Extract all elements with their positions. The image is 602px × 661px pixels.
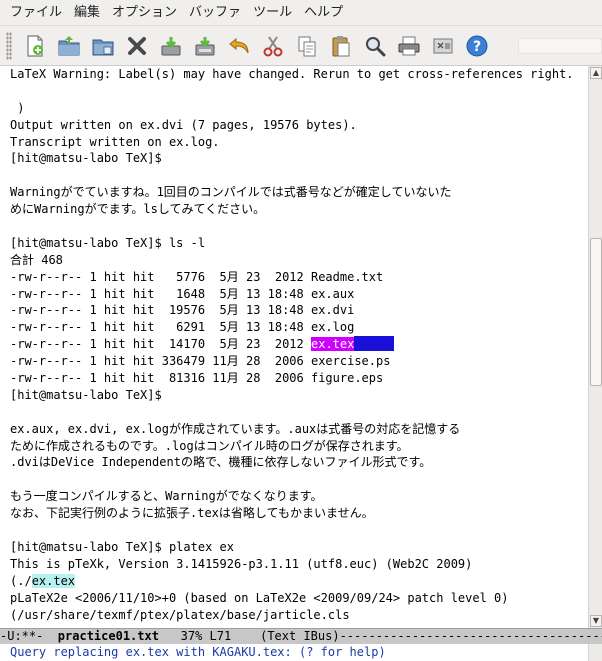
toolbar-grip[interactable] xyxy=(6,31,12,60)
buffer-line: Warningがでていますね。1回目のコンパイルでは式番号などが確定していないた xyxy=(10,185,452,200)
new-file-icon xyxy=(27,34,43,57)
minibuffer-scrollbar[interactable] xyxy=(588,644,602,661)
close-button[interactable] xyxy=(120,29,154,63)
print-button[interactable] xyxy=(392,29,426,63)
buffer-line: 合計 468 xyxy=(10,252,63,267)
buffer-line: ex.aux, ex.dvi, ex.logが作成されています。.auxは式番号… xyxy=(10,421,461,436)
scrollbar-thumb[interactable] xyxy=(590,238,602,386)
buffer-line: [hit@matsu-labo TeX]$ xyxy=(10,151,162,166)
toolbar: ? xyxy=(0,26,602,66)
search-icon xyxy=(366,36,386,56)
buffer-line: Output written on ex.dvi (7 pages, 19576… xyxy=(10,117,357,132)
buffer-line xyxy=(10,471,588,488)
preferences-icon xyxy=(433,38,453,53)
buffer-line xyxy=(10,218,588,235)
minibuffer-prompt: Query replacing ex.tex with KAGAKU.tex: … xyxy=(10,645,386,659)
cut-icon xyxy=(263,35,283,56)
buffer-line: This is pTeXk, Version 3.1415926-p3.1.11… xyxy=(10,556,473,571)
open-directory-icon xyxy=(92,39,114,55)
search-button[interactable] xyxy=(358,29,392,63)
menu-edit[interactable]: 編集 xyxy=(68,2,106,24)
undo-button[interactable] xyxy=(222,29,256,63)
help-icon: ? xyxy=(466,35,488,56)
modeline-status: -U:**- xyxy=(0,629,58,643)
minibuffer[interactable]: Query replacing ex.tex with KAGAKU.tex: … xyxy=(0,644,602,661)
buffer-line: ) xyxy=(10,100,25,115)
editor-buffer[interactable]: LaTeX Warning: Label(s) may have changed… xyxy=(0,66,588,628)
buffer-line: -rw-r--r-- 1 hit hit 19576 5月 13 18:48 e… xyxy=(10,303,355,318)
menu-options[interactable]: オプション xyxy=(106,2,183,24)
buffer-line xyxy=(10,167,588,184)
modeline-mode[interactable]: (Text IBus) xyxy=(231,629,339,643)
buffer-line-text: (./ xyxy=(10,573,32,588)
save-icon xyxy=(161,36,181,55)
buffer-line: めにWarningがでます。lsしてみてください。 xyxy=(10,202,266,217)
buffer-line: Transcript written on ex.log. xyxy=(10,134,220,149)
copy-icon xyxy=(298,36,316,56)
open-directory-button[interactable] xyxy=(86,29,120,63)
buffer-line: [hit@matsu-labo TeX]$ xyxy=(10,387,162,402)
menu-buffers[interactable]: バッファ xyxy=(183,2,247,24)
svg-text:?: ? xyxy=(473,39,481,55)
buffer-line: ために作成されるものです。.logはコンパイル時のログが保存されます。 xyxy=(10,438,409,453)
buffer-line: -rw-r--r-- 1 hit hit 5776 5月 23 2012 Rea… xyxy=(10,269,384,284)
buffer-line xyxy=(10,522,588,539)
modeline-buffer-name[interactable]: practice01.txt xyxy=(58,629,159,643)
buffer-line: -rw-r--r-- 1 hit hit 336479 11月 28 2006 … xyxy=(10,354,391,369)
buffer-line: なお、下記実行例のように拡張子.texは省略してもかまいません。 xyxy=(10,506,374,521)
toolbar-entry[interactable] xyxy=(518,37,602,54)
scroll-down-arrow-icon[interactable]: ▼ xyxy=(590,615,602,627)
buffer-line: LaTeX Warning: Label(s) may have changed… xyxy=(10,67,574,81)
query-replace-match: ex.tex xyxy=(311,337,355,352)
buffer-line: .dviはDeVice Independentの略で、機種に依存しないファイル形… xyxy=(10,455,432,470)
buffer-line: -rw-r--r-- 1 hit hit 6291 5月 13 18:48 ex… xyxy=(10,320,355,335)
buffer-line: (./ex.tex xyxy=(10,573,588,590)
buffer-line: pLaTeX2e <2006/11/10>+0 (based on LaTeX2… xyxy=(10,590,509,605)
buffer-line: [hit@matsu-labo TeX]$ ls -l xyxy=(10,235,206,250)
cut-button[interactable] xyxy=(256,29,290,63)
buffer-line: [hit@matsu-labo TeX]$ platex ex xyxy=(10,539,234,554)
open-file-icon xyxy=(58,35,80,55)
print-icon xyxy=(398,36,420,55)
help-button[interactable]: ? xyxy=(460,29,494,63)
cursor xyxy=(354,336,395,352)
new-file-button[interactable] xyxy=(18,29,52,63)
menu-help[interactable]: ヘルプ xyxy=(298,2,349,24)
lazy-highlight-match: ex.tex xyxy=(31,573,76,588)
open-file-button[interactable] xyxy=(52,29,86,63)
preferences-button[interactable] xyxy=(426,29,460,63)
mode-line: -U:**- practice01.txt 37% L71 (Text IBus… xyxy=(0,628,602,644)
buffer-line: もう一度コンパイルすると、Warningがでなくなります。 xyxy=(10,489,323,504)
modeline-fill: ---------------------------------------- xyxy=(339,629,602,643)
vertical-scrollbar[interactable]: ▲ ▼ xyxy=(588,66,602,628)
buffer-line: (/usr/share/texmf/ptex/platex/base/jarti… xyxy=(10,607,350,622)
menu-tools[interactable]: ツール xyxy=(247,2,298,24)
save-as-icon xyxy=(195,36,215,55)
paste-button[interactable] xyxy=(324,29,358,63)
close-icon xyxy=(128,36,146,55)
buffer-line: -rw-r--r-- 1 hit hit 14170 5月 23 2012 ex… xyxy=(10,336,588,353)
buffer-line: -rw-r--r-- 1 hit hit 1648 5月 13 18:48 ex… xyxy=(10,286,355,301)
save-button[interactable] xyxy=(154,29,188,63)
modeline-position: 37% L71 xyxy=(158,629,232,643)
undo-icon xyxy=(229,37,249,53)
buffer-line xyxy=(10,83,588,100)
menu-file[interactable]: ファイル xyxy=(4,2,68,24)
buffer-line xyxy=(10,404,588,421)
copy-button[interactable] xyxy=(290,29,324,63)
save-as-button[interactable] xyxy=(188,29,222,63)
scroll-up-arrow-icon[interactable]: ▲ xyxy=(590,67,602,79)
buffer-line: -rw-r--r-- 1 hit hit 81316 11月 28 2006 f… xyxy=(10,371,384,386)
menu-bar: ファイル 編集 オプション バッファ ツール ヘルプ xyxy=(0,0,602,26)
paste-icon xyxy=(332,35,350,56)
buffer-line-text: -rw-r--r-- 1 hit hit 14170 5月 23 2012 xyxy=(10,337,311,352)
